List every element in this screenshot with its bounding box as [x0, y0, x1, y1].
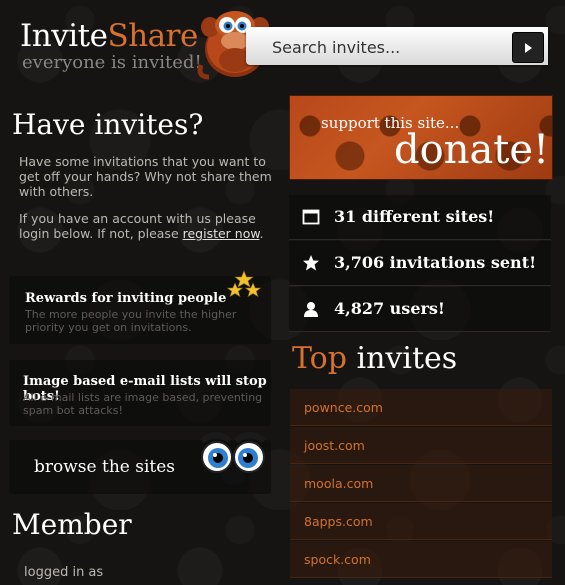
stat-invitations-text: 3,706 invitations sent! — [334, 253, 537, 272]
site-tagline: everyone is invited! — [22, 52, 202, 73]
invite-item[interactable]: joost.com — [290, 427, 552, 464]
invite-item[interactable]: spock.com — [290, 541, 552, 578]
invite-item[interactable]: pownce.com — [290, 389, 552, 426]
invite-link[interactable]: pownce.com — [304, 400, 383, 415]
logo-text-share: Share — [107, 18, 198, 54]
eyes-mascot-icon — [200, 432, 266, 485]
window-icon — [302, 209, 320, 225]
logo-text-invite: Invite — [20, 18, 108, 54]
register-link[interactable]: register now — [183, 226, 260, 241]
stat-invitations: 3,706 invitations sent! — [289, 241, 551, 286]
feature-description: The more people you invite the higher pr… — [25, 308, 237, 334]
member-heading: Member — [12, 508, 132, 541]
invite-item[interactable]: moola.com — [290, 465, 552, 502]
invite-link[interactable]: 8apps.com — [304, 514, 373, 529]
intro-text: Have some invitations that you want to g… — [19, 154, 272, 199]
feature-title: Rewards for inviting people — [25, 291, 227, 306]
play-arrow-icon — [525, 42, 532, 53]
have-invites-heading: Have invites? — [12, 108, 204, 141]
feature-image-lists: Image based e-mail lists will stop bots!… — [9, 360, 271, 426]
stat-users-text: 4,827 users! — [334, 299, 445, 318]
search-input[interactable] — [270, 34, 504, 60]
search-button[interactable] — [512, 32, 544, 63]
logged-in-text: logged in as — [24, 565, 104, 580]
top-invites-heading: Top invites — [292, 341, 457, 376]
donate-banner[interactable]: support this site... donate! — [289, 95, 553, 180]
account-text: If you have an account with us please lo… — [19, 211, 274, 241]
user-icon — [304, 302, 318, 317]
account-text-suffix: . — [259, 226, 264, 241]
invite-item[interactable]: 8apps.com — [290, 503, 552, 540]
invite-link[interactable]: moola.com — [304, 476, 373, 491]
donate-title: donate! — [394, 127, 550, 173]
feature-description: All e-mail lists are image based, preven… — [23, 391, 263, 417]
stat-sites: 31 different sites! — [289, 195, 551, 240]
stat-users: 4,827 users! — [289, 287, 551, 332]
search-bar — [246, 27, 548, 65]
site-logo[interactable]: InviteShare — [20, 18, 198, 54]
browse-sites-label: browse the sites — [34, 457, 176, 477]
top-invites-rest: invites — [346, 341, 458, 376]
stars-icon — [226, 270, 262, 298]
top-invites-accent: Top — [292, 341, 347, 376]
stat-sites-text: 31 different sites! — [334, 207, 495, 226]
star-icon — [303, 255, 319, 271]
invite-link[interactable]: spock.com — [304, 552, 371, 567]
invite-link[interactable]: joost.com — [304, 438, 365, 453]
